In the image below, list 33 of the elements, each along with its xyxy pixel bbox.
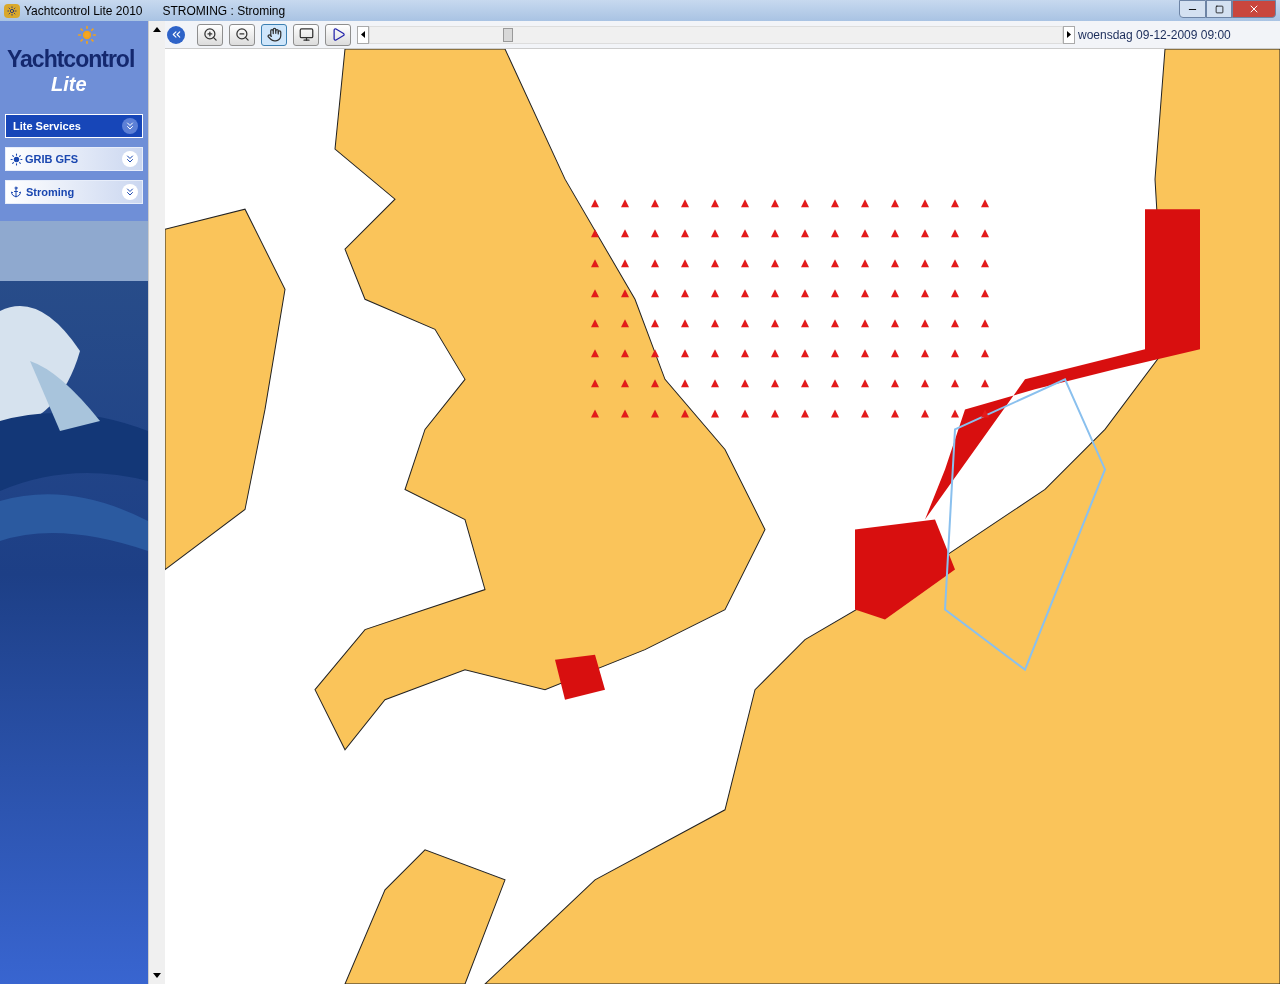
maximize-icon [1214,4,1224,14]
maximize-button[interactable] [1206,0,1232,18]
slider-thumb[interactable] [503,27,514,42]
play-icon [330,27,346,42]
sidebar-item[interactable]: Stroming [5,180,143,204]
sidebar-item[interactable]: GRIB GFS [5,147,143,171]
collapse-button[interactable] [167,25,185,44]
sidebar-item[interactable]: Lite Services [5,114,143,138]
scrollbar[interactable] [148,21,165,984]
logo-text: Yachtcontrol [7,46,135,72]
logo-subtext: Lite [51,72,87,97]
expand-icon [122,184,138,200]
monitor-icon [298,27,314,42]
sun-icon [77,25,97,45]
close-icon [1248,3,1260,15]
zoom-in-icon [202,27,218,42]
document-title: STROMING : Stroming [162,2,286,20]
anchor-icon [10,186,22,198]
timeline-slider[interactable] [357,23,1075,46]
step-back-icon[interactable] [357,25,369,44]
hand-icon [266,27,282,42]
play-tool[interactable] [325,23,351,46]
zoom-in-tool[interactable] [197,23,223,46]
zoom-out-icon [234,27,250,42]
zoom-out-tool[interactable] [229,23,255,46]
datetime-label: woensdag 09-12-2009 09:00 [1077,26,1232,44]
step-forward-icon[interactable] [1063,25,1075,44]
pan-tool[interactable] [261,23,287,46]
screen-tool[interactable] [293,23,319,46]
expand-icon [122,151,138,167]
minimize-button[interactable] [1179,0,1206,18]
window-title: Yachtcontrol Lite 2010 [24,2,143,20]
expand-icon [122,118,138,134]
